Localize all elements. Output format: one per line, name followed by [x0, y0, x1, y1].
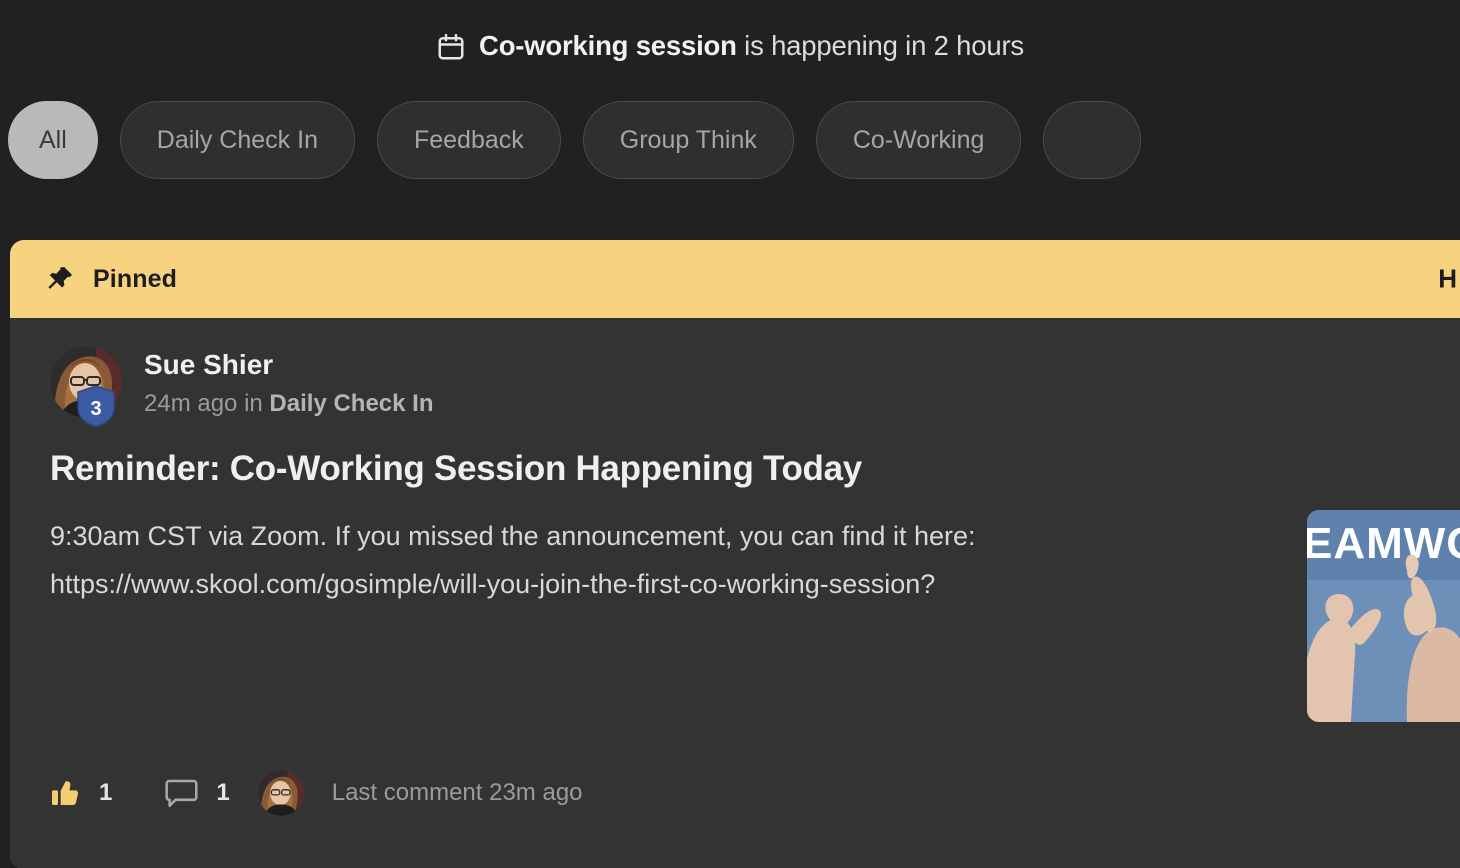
filter-chip-co-working[interactable]: Co-Working	[815, 101, 1022, 179]
comment-count: 1	[216, 779, 230, 806]
thumbs-up-icon[interactable]	[50, 777, 82, 809]
commenter-avatar[interactable]	[257, 770, 304, 816]
filter-chip-daily-check-in[interactable]: Daily Check In	[119, 101, 355, 179]
svg-text:EAMWO: EAMWO	[1307, 519, 1460, 568]
post-thumbnail[interactable]: EAMWO	[1307, 510, 1460, 722]
filter-chip-group-think[interactable]: Group Think	[582, 101, 794, 179]
filter-chip-label: Co-Working	[852, 125, 985, 154]
post-card[interactable]: Pinned H 3 Sue Shier 24m ago in Daily Ch…	[10, 240, 1460, 868]
filter-chip-row[interactable]: All Daily Check In Feedback Group Think …	[0, 92, 1460, 188]
filter-chip-all[interactable]: All	[8, 101, 98, 179]
calendar-icon	[436, 30, 466, 62]
filter-chip-label: Group Think	[619, 125, 757, 154]
pinned-banner-action[interactable]: H	[1438, 264, 1457, 295]
pin-icon	[44, 264, 75, 295]
announcement-rest: is happening in 2 hours	[736, 30, 1024, 61]
comment-bubble-icon[interactable]	[164, 778, 199, 809]
announcement-text: Co-working session is happening in 2 hou…	[479, 30, 1024, 62]
post-group-name[interactable]: Daily Check In	[269, 390, 433, 417]
filter-chip-label: Feedback	[413, 125, 524, 154]
like-count: 1	[99, 779, 113, 806]
filter-chip-feedback[interactable]: Feedback	[376, 101, 561, 179]
post-time-ago: 24m ago in	[144, 390, 270, 417]
post-author-row: 3 Sue Shier 24m ago in Daily Check In	[50, 346, 1435, 427]
filter-chip-label: Daily Check In	[156, 125, 318, 154]
post-meta: 24m ago in Daily Check In	[144, 390, 433, 418]
pinned-label: Pinned	[93, 264, 177, 293]
filter-chip-label: All	[39, 125, 67, 154]
author-name[interactable]: Sue Shier	[144, 347, 433, 382]
pinned-banner: Pinned H	[10, 240, 1460, 318]
author-avatar-wrap[interactable]: 3	[50, 346, 122, 427]
last-comment-text: Last comment 23m ago	[331, 779, 583, 806]
comment-reaction[interactable]: 1	[164, 778, 230, 809]
announcement-bar[interactable]: Co-working session is happening in 2 hou…	[0, 0, 1460, 92]
filter-chip-overflow[interactable]	[1043, 101, 1142, 179]
level-badge-number: 3	[90, 398, 102, 420]
post-body-section: 3 Sue Shier 24m ago in Daily Check In Re…	[10, 318, 1460, 748]
post-footer: 1 1 Last comment 23m ago	[10, 748, 1460, 868]
like-reaction[interactable]: 1	[50, 777, 112, 809]
post-body-line-1: 9:30am CST via Zoom. If you missed the a…	[50, 521, 976, 551]
post-title[interactable]: Reminder: Co-Working Session Happening T…	[50, 448, 1435, 490]
author-meta: Sue Shier 24m ago in Daily Check In	[144, 346, 433, 418]
post-body-text: 9:30am CST via Zoom. If you missed the a…	[50, 512, 1170, 608]
post-body-line-2[interactable]: https://www.skool.com/gosimple/will-you-…	[50, 560, 1170, 608]
announcement-event-name: Co-working session	[479, 30, 737, 61]
